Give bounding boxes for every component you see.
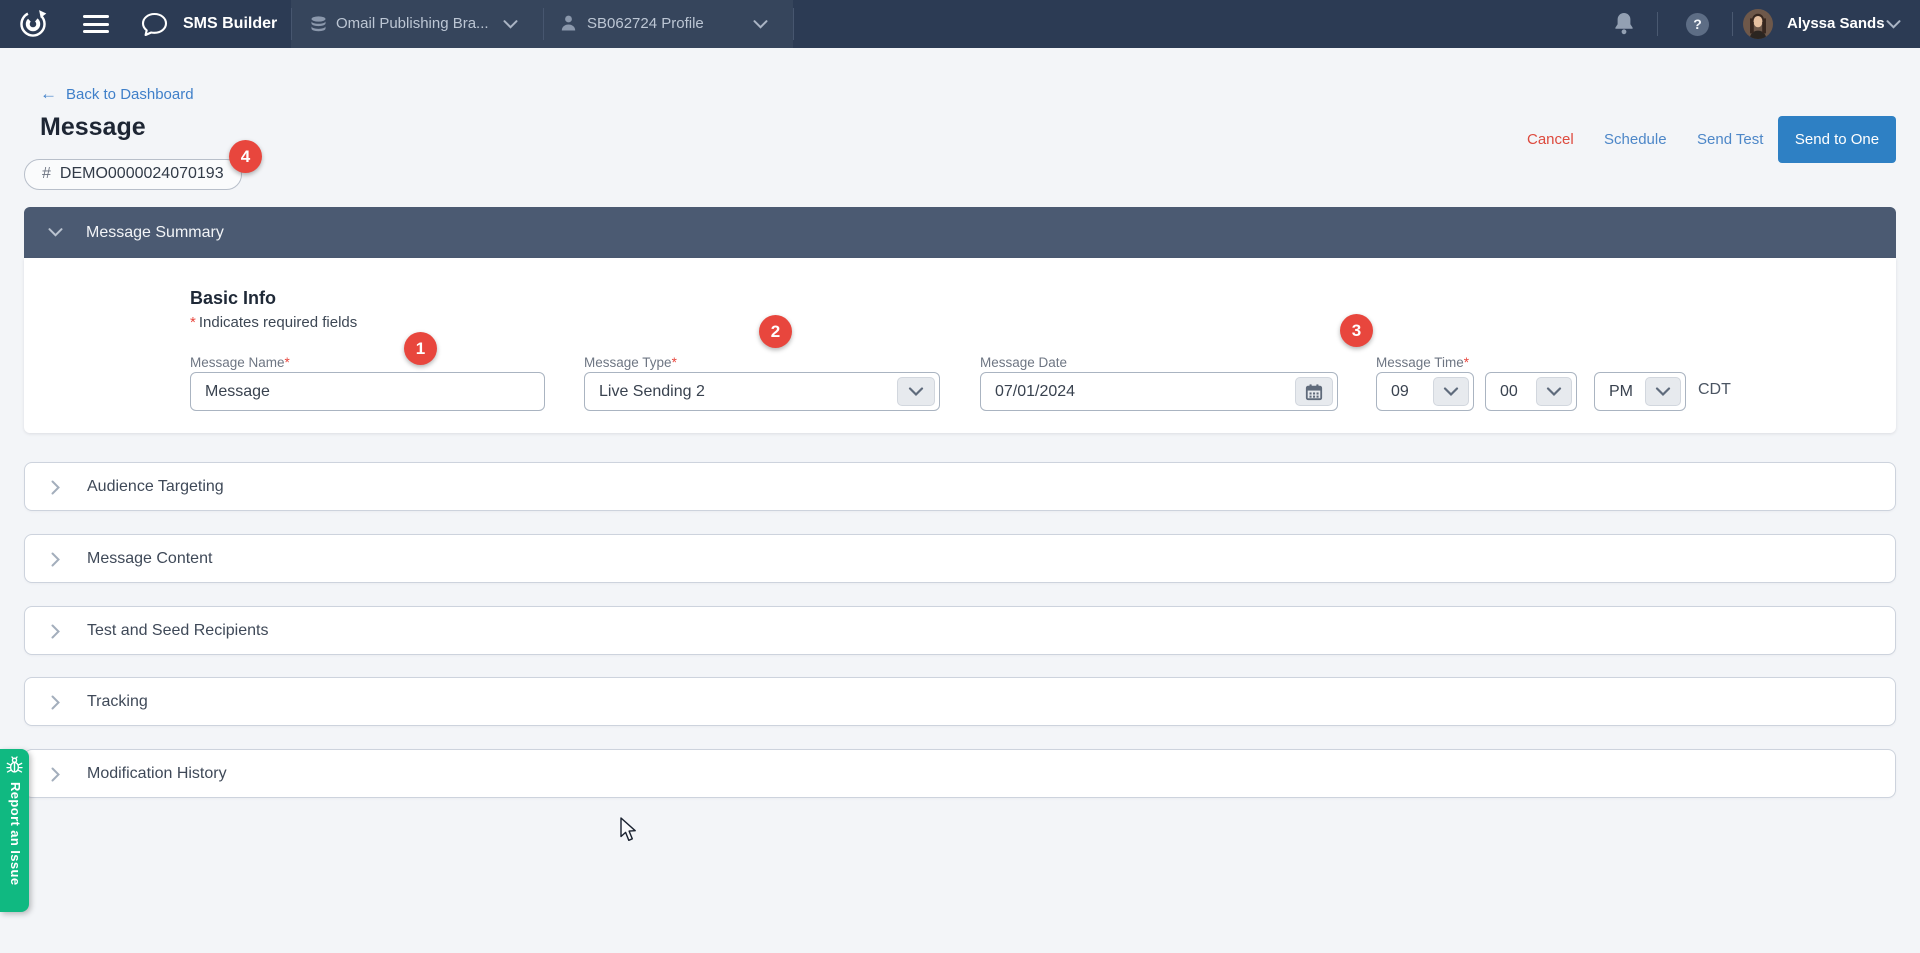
chevron-right-icon bbox=[51, 767, 60, 782]
message-time-label: Message Time* bbox=[1376, 355, 1472, 370]
hash-icon: # bbox=[42, 165, 51, 182]
chevron-down-icon bbox=[48, 228, 63, 237]
brand-dropdown[interactable]: Omail Publishing Bra... bbox=[336, 0, 489, 48]
chevron-down-icon[interactable] bbox=[1536, 377, 1572, 406]
section-modification-history[interactable]: Modification History bbox=[24, 749, 1896, 798]
app-title: SMS Builder bbox=[183, 0, 277, 48]
section-message-content[interactable]: Message Content bbox=[24, 534, 1896, 583]
message-type-label: Message Type* bbox=[584, 355, 680, 370]
notifications-bell-icon[interactable] bbox=[1613, 11, 1635, 36]
profile-dropdown[interactable]: SB062724 Profile bbox=[587, 0, 704, 48]
nav-divider bbox=[543, 8, 544, 40]
chevron-down-icon[interactable] bbox=[503, 20, 518, 29]
basic-info-heading: Basic Info bbox=[190, 288, 276, 309]
chevron-right-icon bbox=[51, 552, 60, 567]
page: SMS Builder Omail Publishing Bra... SB06… bbox=[0, 0, 1920, 953]
section-header-message-summary[interactable]: Message Summary bbox=[24, 207, 1896, 258]
avatar[interactable] bbox=[1743, 9, 1773, 39]
send-test-button[interactable]: Send Test bbox=[1697, 131, 1763, 148]
message-type-select[interactable]: Live Sending 2 bbox=[584, 372, 940, 411]
database-icon bbox=[310, 16, 327, 33]
chevron-down-icon[interactable] bbox=[1433, 377, 1469, 406]
chevron-down-icon[interactable] bbox=[1886, 20, 1901, 29]
send-to-one-button[interactable]: Send to One bbox=[1778, 116, 1896, 163]
message-time-hour-select[interactable]: 09 bbox=[1376, 372, 1474, 411]
schedule-button[interactable]: Schedule bbox=[1604, 131, 1667, 148]
cancel-button[interactable]: Cancel bbox=[1527, 131, 1574, 148]
chevron-down-icon[interactable] bbox=[897, 377, 935, 406]
bug-icon bbox=[6, 756, 23, 775]
help-icon[interactable]: ? bbox=[1686, 13, 1709, 36]
annotation-badge-1: 1 bbox=[404, 332, 437, 365]
message-name-input[interactable] bbox=[190, 372, 545, 411]
annotation-badge-4: 4 bbox=[229, 140, 262, 173]
message-date-input[interactable]: 07/01/2024 bbox=[980, 372, 1338, 411]
user-name[interactable]: Alyssa Sands bbox=[1787, 0, 1885, 48]
chat-icon bbox=[141, 12, 168, 37]
section-audience-targeting[interactable]: Audience Targeting bbox=[24, 462, 1896, 511]
nav-divider bbox=[1732, 12, 1733, 36]
annotation-badge-3: 3 bbox=[1340, 314, 1373, 347]
chevron-down-icon[interactable] bbox=[1645, 377, 1681, 406]
nav-divider bbox=[291, 8, 292, 40]
message-id-value: DEMO0000024070193 bbox=[60, 165, 224, 182]
section-tracking[interactable]: Tracking bbox=[24, 677, 1896, 726]
chevron-down-icon[interactable] bbox=[753, 20, 768, 29]
chevron-right-icon bbox=[51, 480, 60, 495]
page-title: Message bbox=[40, 113, 146, 142]
person-icon bbox=[560, 14, 577, 32]
nav-divider bbox=[793, 8, 794, 40]
chevron-right-icon bbox=[51, 695, 60, 710]
message-name-label: Message Name* bbox=[190, 355, 293, 370]
required-fields-note: *Indicates required fields bbox=[190, 314, 357, 331]
calendar-icon[interactable] bbox=[1295, 377, 1333, 406]
message-id-badge: # DEMO0000024070193 bbox=[24, 159, 242, 190]
nav-divider bbox=[1657, 12, 1658, 36]
section-title: Message Summary bbox=[86, 207, 224, 258]
mouse-cursor bbox=[620, 817, 639, 843]
section-test-and-seed-recipients[interactable]: Test and Seed Recipients bbox=[24, 606, 1896, 655]
report-an-issue-tab[interactable]: Report an Issue bbox=[0, 749, 29, 912]
back-to-dashboard-link[interactable]: ←Back to Dashboard bbox=[40, 84, 194, 104]
report-issue-label: Report an Issue bbox=[8, 782, 23, 886]
message-date-label: Message Date bbox=[980, 355, 1067, 370]
annotation-badge-2: 2 bbox=[759, 315, 792, 348]
message-time-minute-select[interactable]: 00 bbox=[1485, 372, 1577, 411]
menu-icon[interactable] bbox=[83, 15, 109, 33]
message-time-meridiem-select[interactable]: PM bbox=[1594, 372, 1686, 411]
top-navbar: SMS Builder Omail Publishing Bra... SB06… bbox=[0, 0, 1920, 48]
omeda-logo-icon[interactable] bbox=[18, 9, 48, 39]
timezone-label: CDT bbox=[1698, 381, 1731, 399]
chevron-right-icon bbox=[51, 624, 60, 639]
back-arrow-icon: ← bbox=[40, 84, 57, 103]
